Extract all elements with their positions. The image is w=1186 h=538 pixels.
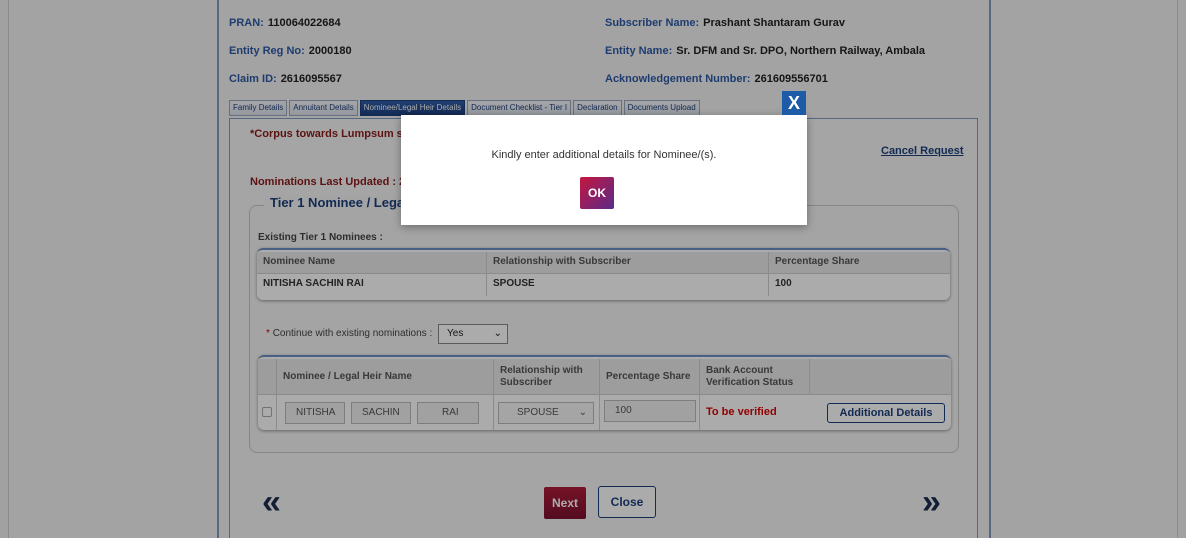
ok-button[interactable]: OK xyxy=(580,177,614,209)
dialog-close-button[interactable]: X xyxy=(782,91,806,115)
modal-overlay xyxy=(0,0,1186,538)
alert-dialog: Kindly enter additional details for Nomi… xyxy=(401,115,807,225)
dialog-message: Kindly enter additional details for Nomi… xyxy=(491,149,717,161)
